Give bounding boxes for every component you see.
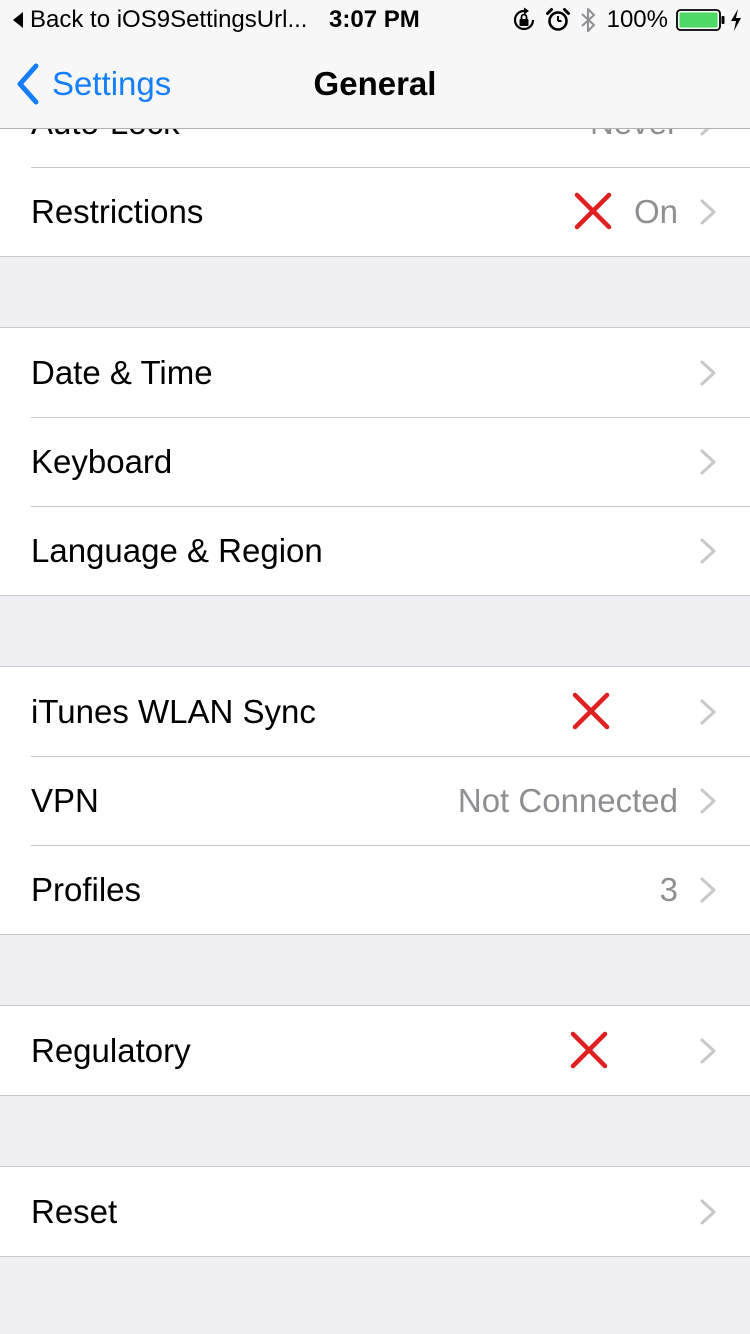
row-label-vpn: VPN (31, 782, 99, 819)
row-label-reset: Reset (31, 1193, 118, 1230)
row-value-vpn: Not Connected (457, 782, 678, 819)
back-triangle-icon (13, 12, 23, 28)
battery-percent: 100% (606, 6, 668, 33)
alarm-icon (545, 8, 570, 31)
chevron-right-icon (700, 199, 716, 225)
row-restrictions[interactable]: Restrictions On (0, 167, 750, 256)
status-icons: 100% (503, 0, 742, 40)
chevron-left-icon (17, 63, 39, 105)
row-label-keyboard: Keyboard (31, 443, 173, 480)
red-x-mark-icon (569, 1030, 609, 1070)
red-x-mark-icon (573, 191, 613, 231)
row-label-profiles: Profiles (31, 871, 142, 908)
row-value-restrictions: On (633, 193, 678, 230)
settings-group-locale: Date & Time Keyboard Language & Region (0, 327, 750, 596)
red-x-mark-icon (571, 691, 611, 731)
settings-group-regulatory: Regulatory (0, 1005, 750, 1096)
bluetooth-icon (580, 8, 595, 32)
back-button-label: Settings (52, 65, 172, 102)
row-language-region[interactable]: Language & Region (0, 506, 750, 595)
row-label-restrictions: Restrictions (31, 193, 204, 230)
chevron-right-icon (700, 1199, 716, 1225)
row-reset[interactable]: Reset (0, 1167, 750, 1256)
chevron-right-icon (700, 877, 716, 903)
row-profiles[interactable]: Profiles 3 (0, 845, 750, 934)
chevron-right-icon (700, 699, 716, 725)
row-value-profiles: 3 (659, 871, 678, 908)
orientation-lock-icon (513, 7, 534, 31)
row-date-time[interactable]: Date & Time (0, 328, 750, 417)
row-itunes-wlan-sync[interactable]: iTunes WLAN Sync (0, 667, 750, 756)
row-vpn[interactable]: VPN Not Connected (0, 756, 750, 845)
back-button[interactable]: Settings (14, 40, 171, 128)
chevron-right-icon (700, 449, 716, 475)
row-label-date-time: Date & Time (31, 354, 213, 391)
row-regulatory[interactable]: Regulatory (0, 1006, 750, 1095)
status-back-to-app-link[interactable]: Back to iOS9SettingsUrl... (12, 0, 307, 40)
settings-group-sync: iTunes WLAN Sync VPN Not Connected Profi… (0, 666, 750, 935)
status-back-label: Back to iOS9SettingsUrl... (30, 6, 308, 33)
battery-icon (676, 9, 725, 31)
chevron-right-icon (700, 360, 716, 386)
row-label-itunes-wlan-sync: iTunes WLAN Sync (31, 693, 316, 730)
row-label-regulatory: Regulatory (31, 1032, 191, 1069)
chevron-right-icon (700, 538, 716, 564)
status-time: 3:07 PM (329, 6, 420, 33)
chevron-right-icon (700, 1038, 716, 1064)
settings-list[interactable]: Auto-Lock Never Restrictions On Date & T… (0, 78, 750, 1257)
chevron-right-icon (700, 788, 716, 814)
status-bar: Back to iOS9SettingsUrl... 3:07 PM 100% (0, 0, 750, 40)
charging-bolt-icon (731, 9, 741, 31)
navigation-bar: Settings General (0, 40, 750, 129)
row-label-language-region: Language & Region (31, 532, 323, 569)
settings-group-reset: Reset (0, 1166, 750, 1257)
row-keyboard[interactable]: Keyboard (0, 417, 750, 506)
settings-general-screen: Auto-Lock Never Restrictions On Date & T… (0, 0, 750, 1334)
